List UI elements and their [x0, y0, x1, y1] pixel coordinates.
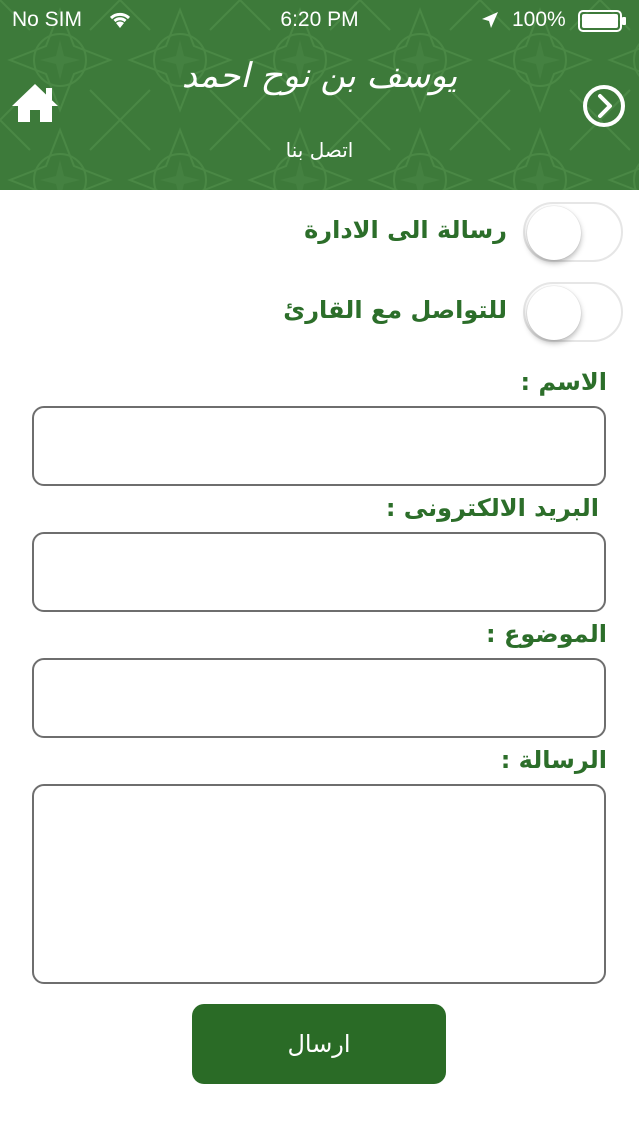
toggle-row-reader: للتواصل مع القارئ: [23, 280, 623, 344]
admin-message-toggle[interactable]: [523, 202, 623, 262]
subject-label: الموضوع :: [486, 620, 607, 648]
battery-icon: [578, 10, 626, 32]
chevron-circle-right-icon[interactable]: [582, 84, 626, 128]
contact-reader-label: للتواصل مع القارئ: [283, 296, 507, 324]
message-textarea[interactable]: [32, 784, 606, 984]
name-field[interactable]: [32, 406, 606, 486]
toggle-knob: [527, 286, 581, 340]
toggle-row-admin: رسالة الى الادارة: [23, 200, 623, 264]
status-bar: No SIM 6:20 PM 100%: [0, 0, 639, 40]
email-field[interactable]: [32, 532, 606, 612]
location-arrow-icon: [482, 12, 498, 28]
email-label: البريد الالكترونى :: [385, 494, 599, 522]
toggle-knob: [527, 206, 581, 260]
header-bar: No SIM 6:20 PM 100% يوسف بن نوح احمد اتص…: [0, 0, 639, 190]
send-button[interactable]: ارسال: [192, 1004, 446, 1084]
name-label: الاسم :: [520, 368, 607, 396]
page-title: اتصل بنا: [285, 138, 354, 162]
app-logo: يوسف بن نوح احمد: [181, 56, 458, 96]
battery-percent: 100%: [512, 8, 566, 31]
admin-message-label: رسالة الى الادارة: [304, 216, 507, 244]
message-label: الرسالة :: [500, 746, 607, 774]
contact-reader-toggle[interactable]: [523, 282, 623, 342]
subject-field[interactable]: [32, 658, 606, 738]
